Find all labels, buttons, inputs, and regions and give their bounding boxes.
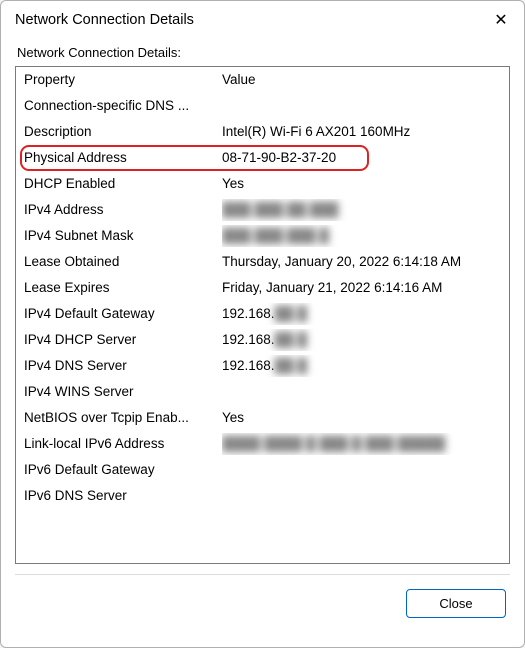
value-cell: 08-71-90-B2-37-20	[222, 147, 503, 169]
property-cell: Lease Expires	[22, 277, 222, 299]
value-cell: Thursday, January 20, 2022 6:14:18 AM	[222, 251, 503, 273]
table-row[interactable]: NetBIOS over Tcpip Enab...Yes	[16, 405, 509, 431]
table-row[interactable]: Lease ObtainedThursday, January 20, 2022…	[16, 249, 509, 275]
close-icon[interactable]: ✕	[492, 11, 510, 29]
table-row[interactable]: IPv4 DNS Server192.168.██.█	[16, 353, 509, 379]
value-cell: ████ ████ █ ███ █ ███ █████	[222, 433, 503, 455]
property-cell: IPv4 DNS Server	[22, 355, 222, 377]
property-cell: Connection-specific DNS ...	[22, 95, 222, 117]
property-cell: IPv4 DHCP Server	[22, 329, 222, 351]
network-connection-details-dialog: Network Connection Details ✕ Network Con…	[0, 0, 525, 648]
table-row[interactable]: IPv4 Address███.███.██.███	[16, 197, 509, 223]
value-cell: 192.168.██.█	[222, 329, 503, 351]
window-title: Network Connection Details	[15, 12, 194, 28]
property-cell: IPv4 Subnet Mask	[22, 225, 222, 247]
property-cell: Lease Obtained	[22, 251, 222, 273]
value-cell: ███.███.███.█	[222, 225, 503, 247]
value-cell: 192.168.██.█	[222, 303, 503, 325]
col-property: Property	[22, 69, 222, 91]
table-row[interactable]: IPv4 WINS Server	[16, 379, 509, 405]
table-row[interactable]: DHCP EnabledYes	[16, 171, 509, 197]
close-button[interactable]: Close	[406, 589, 506, 618]
property-cell: DHCP Enabled	[22, 173, 222, 195]
value-cell	[222, 459, 503, 481]
property-cell: Description	[22, 121, 222, 143]
table-row[interactable]: IPv4 Subnet Mask███.███.███.█	[16, 223, 509, 249]
property-cell: IPv4 Address	[22, 199, 222, 221]
titlebar: Network Connection Details ✕	[1, 1, 524, 37]
table-row[interactable]: Physical Address08-71-90-B2-37-20	[16, 145, 509, 171]
table-row[interactable]: IPv4 DHCP Server192.168.██.█	[16, 327, 509, 353]
property-cell: IPv4 Default Gateway	[22, 303, 222, 325]
value-cell: ███.███.██.███	[222, 199, 503, 221]
property-cell: IPv6 Default Gateway	[22, 459, 222, 481]
property-cell: Link-local IPv6 Address	[22, 433, 222, 455]
property-cell: IPv6 DNS Server	[22, 485, 222, 507]
table-row[interactable]: Lease ExpiresFriday, January 21, 2022 6:…	[16, 275, 509, 301]
value-cell: Friday, January 21, 2022 6:14:16 AM	[222, 277, 503, 299]
table-row[interactable]: IPv6 Default Gateway	[16, 457, 509, 483]
value-cell: Yes	[222, 407, 503, 429]
property-cell: NetBIOS over Tcpip Enab...	[22, 407, 222, 429]
details-table: Property Value Connection-specific DNS .…	[15, 66, 510, 564]
value-cell: 192.168.██.█	[222, 355, 503, 377]
table-header: Property Value	[16, 67, 509, 93]
col-value: Value	[222, 69, 503, 91]
dialog-footer: Close	[1, 575, 524, 634]
value-cell: Yes	[222, 173, 503, 195]
table-row[interactable]: Link-local IPv6 Address████ ████ █ ███ █…	[16, 431, 509, 457]
value-cell	[222, 95, 503, 117]
property-cell: IPv4 WINS Server	[22, 381, 222, 403]
table-row[interactable]: IPv6 DNS Server	[16, 483, 509, 509]
table-row[interactable]: IPv4 Default Gateway192.168.██.█	[16, 301, 509, 327]
table-row[interactable]: DescriptionIntel(R) Wi-Fi 6 AX201 160MHz	[16, 119, 509, 145]
property-cell: Physical Address	[22, 147, 222, 169]
table-row[interactable]: Connection-specific DNS ...	[16, 93, 509, 119]
value-cell	[222, 381, 503, 403]
value-cell	[222, 485, 503, 507]
section-label: Network Connection Details:	[1, 37, 524, 66]
value-cell: Intel(R) Wi-Fi 6 AX201 160MHz	[222, 121, 503, 143]
